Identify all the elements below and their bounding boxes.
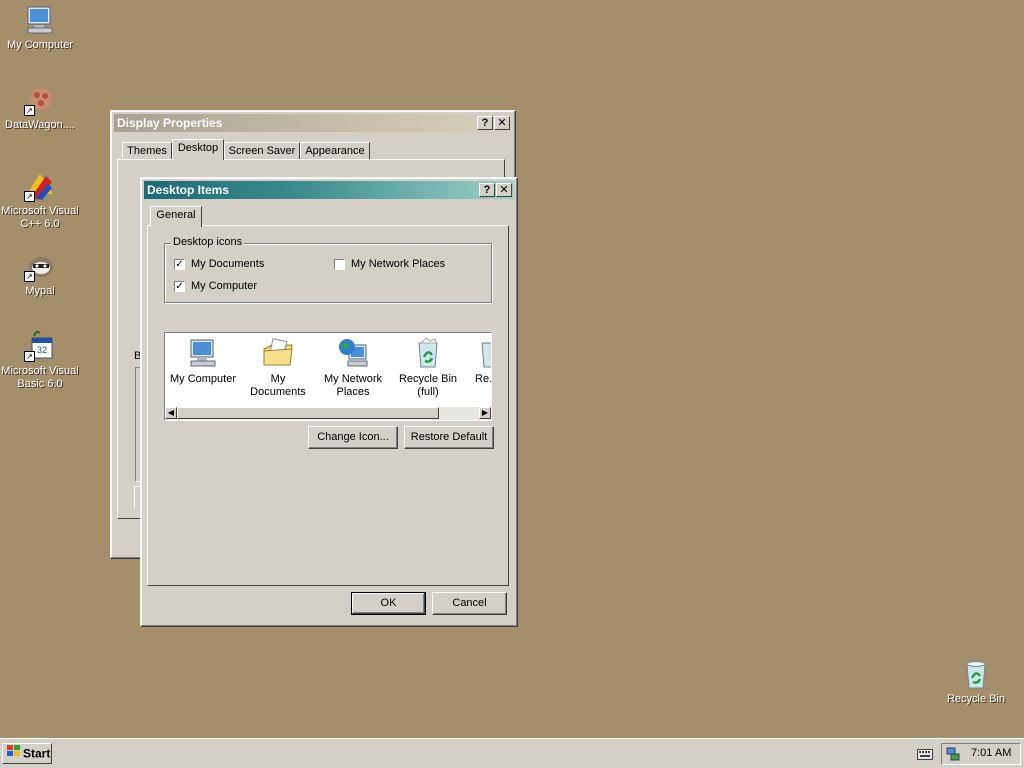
my-documents-checkbox[interactable]: ✓ — [174, 259, 185, 270]
window-title: Display Properties — [117, 116, 223, 130]
desktop-icons-legend: Desktop icons — [171, 236, 245, 248]
list-item-my-network-places[interactable]: My Network Places — [317, 337, 389, 399]
desktop-items-dialog: Desktop Items ? ✕ General Desktop icons … — [140, 177, 518, 627]
list-item-my-documents[interactable]: My Documents — [242, 337, 314, 399]
my-computer-icon — [24, 4, 56, 36]
restore-default-button[interactable]: Restore Default — [404, 426, 494, 449]
help-button[interactable]: ? — [477, 116, 493, 130]
desktop-icon-label: My Computer — [6, 39, 74, 51]
shortcut-arrow-icon: ↗ — [24, 105, 35, 116]
tab-appearance[interactable]: Appearance — [300, 142, 370, 160]
my-network-places-checkbox[interactable] — [334, 259, 345, 270]
list-item-label: Recycle Bin (full) — [398, 373, 458, 398]
recycle-bin-icon — [960, 658, 992, 690]
taskbar: Start 7:01 AM — [0, 738, 1024, 768]
cancel-button[interactable]: Cancel — [432, 592, 507, 615]
list-item-label: My Computer — [169, 373, 237, 385]
checkmark-icon: ✓ — [175, 259, 184, 270]
windows-logo-icon — [6, 744, 21, 763]
my-computer-icon — [187, 337, 219, 369]
tab-general[interactable]: General — [150, 206, 202, 227]
my-computer-checkbox[interactable]: ✓ — [174, 281, 185, 292]
recycle-bin-empty-icon — [475, 337, 491, 369]
datawagon-icon: ↗ — [24, 84, 56, 116]
desktop-icon-visual-cpp[interactable]: ↗ Microsoft Visual C++ 6.0 — [0, 170, 80, 231]
desktop-icon-label: Recycle Bin — [946, 693, 1006, 705]
desktop-icons-groupbox — [164, 243, 492, 303]
scrollbar-thumb[interactable] — [177, 407, 439, 419]
network-tray-icon[interactable] — [946, 747, 960, 764]
dialog-title: Desktop Items — [147, 183, 230, 197]
close-button[interactable]: ✕ — [496, 183, 512, 197]
desktop-icon-visual-basic[interactable]: 32 ↗ Microsoft Visual Basic 6.0 — [0, 330, 80, 391]
scroll-right-icon[interactable]: ▶ — [479, 407, 491, 419]
close-button[interactable]: ✕ — [494, 116, 510, 130]
visual-cpp-icon: ↗ — [24, 170, 56, 202]
shortcut-arrow-icon: ↗ — [24, 351, 35, 362]
desktop-icon-label: DataWagon.... — [5, 119, 75, 131]
desktop-items-titlebar[interactable]: Desktop Items ? ✕ — [144, 181, 514, 199]
change-icon-button[interactable]: Change Icon... — [308, 426, 398, 449]
network-places-icon — [337, 337, 369, 369]
start-button[interactable]: Start — [2, 743, 52, 764]
keyboard-icon[interactable] — [917, 749, 933, 763]
my-documents-icon — [262, 337, 294, 369]
tab-screen-saver[interactable]: Screen Saver — [224, 142, 300, 160]
list-item-label: Re... — [475, 373, 492, 385]
visual-basic-icon: 32 ↗ — [24, 330, 56, 362]
svg-text:32: 32 — [37, 345, 47, 355]
scroll-left-icon[interactable]: ◀ — [165, 407, 177, 419]
horizontal-scrollbar[interactable]: ◀ ▶ — [165, 407, 491, 420]
clock[interactable]: 7:01 AM — [971, 747, 1011, 759]
ok-button[interactable]: OK — [351, 592, 426, 615]
list-item-recycle-bin-full[interactable]: Recycle Bin (full) — [392, 337, 464, 399]
system-tray: 7:01 AM — [941, 743, 1021, 765]
help-button[interactable]: ? — [479, 183, 495, 197]
tab-desktop[interactable]: Desktop — [172, 139, 224, 160]
desktop-icon-mypal[interactable]: ↗ Mypal — [0, 250, 80, 298]
desktop-icon-label: Microsoft Visual C++ 6.0 — [1, 205, 79, 230]
list-item-label: My Network Places — [323, 373, 383, 398]
desktop-icon-datawagon[interactable]: ↗ DataWagon.... — [0, 84, 80, 132]
list-item-label: My Documents — [250, 373, 306, 398]
desktop-icon-label: Microsoft Visual Basic 6.0 — [1, 365, 79, 390]
list-item-my-computer[interactable]: My Computer — [167, 337, 239, 386]
shortcut-arrow-icon: ↗ — [24, 191, 35, 202]
my-documents-label[interactable]: My Documents — [191, 258, 264, 270]
shortcut-arrow-icon: ↗ — [24, 271, 35, 282]
desktop-icon-label: Mypal — [25, 285, 55, 297]
recycle-bin-full-icon — [412, 337, 444, 369]
desktop-icon-list[interactable]: My Computer My Documents My Network Plac… — [164, 332, 492, 421]
display-properties-titlebar[interactable]: Display Properties ? ✕ — [114, 114, 512, 132]
my-network-places-label[interactable]: My Network Places — [351, 258, 445, 270]
my-computer-label[interactable]: My Computer — [191, 280, 257, 292]
mypal-icon: ↗ — [24, 250, 56, 282]
desktop-icon-recycle-bin[interactable]: Recycle Bin — [936, 658, 1016, 706]
start-label: Start — [23, 746, 51, 761]
checkmark-icon: ✓ — [175, 281, 184, 292]
general-tab-panel: Desktop icons ✓ My Documents My Network … — [147, 225, 509, 586]
tab-themes[interactable]: Themes — [122, 142, 172, 160]
desktop-icon-my-computer[interactable]: My Computer — [0, 4, 80, 52]
list-item-recycle-bin-empty[interactable]: Re... — [455, 337, 492, 386]
